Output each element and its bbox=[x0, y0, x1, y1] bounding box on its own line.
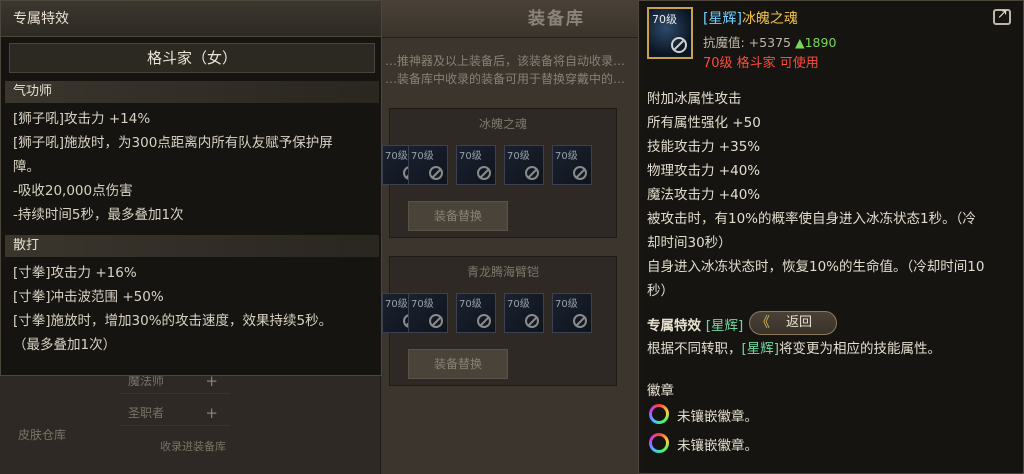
stat-line: 被攻击时，有10%的概率使自身进入冰冻状态1秒。（冷 bbox=[647, 211, 976, 227]
slot-level: 70级 bbox=[385, 151, 408, 162]
equipment-slot[interactable]: 70级 bbox=[456, 145, 496, 185]
class-name-banner: 格斗家（女） bbox=[9, 43, 375, 73]
desc-prefix: 根据不同转职， bbox=[647, 341, 742, 357]
stat-line: 所有属性强化 +50 bbox=[647, 115, 761, 131]
skin-storage-tab[interactable]: 皮肤仓库 bbox=[0, 420, 110, 450]
storage-title: 装备库 bbox=[381, 0, 642, 38]
emblem-socket-icon bbox=[649, 433, 669, 453]
unavailable-icon bbox=[573, 166, 587, 180]
stat-line: 技能攻击力 +35% bbox=[647, 139, 761, 155]
equipment-replace-button[interactable]: 装备替换 bbox=[408, 201, 508, 231]
equipment-storage-window: 装备库 …推神器及以上装备后，该装备将自动收录… …装备库中收录的装备可用于替换… bbox=[380, 0, 642, 474]
subclass-header-sanda: 散打 bbox=[5, 235, 379, 257]
unavailable-icon bbox=[429, 314, 443, 328]
chevron-left-icon: 《 bbox=[756, 315, 770, 331]
add-to-storage-item[interactable]: 收录进装备库 bbox=[120, 436, 240, 474]
storage-notice-line: …装备库中收录的装备可用于替换穿戴中的… bbox=[385, 72, 626, 86]
item-level-badge: 70级 bbox=[652, 13, 677, 26]
resist-value: 抗魔值: +5375 ▲1890 bbox=[703, 32, 836, 51]
emblem-status: 未镶嵌徽章。 bbox=[677, 409, 758, 425]
item-name: [星辉]冰魄之魂 bbox=[703, 8, 798, 28]
effect-line: -吸收20,000点伤害 bbox=[13, 183, 133, 199]
stat-line: 附加冰属性攻击 bbox=[647, 91, 742, 107]
item-icon: 70级 bbox=[647, 7, 693, 59]
effect-line: （最多叠加1次） bbox=[13, 337, 117, 353]
exclusive-effect-heading: 专属特效 [星辉] bbox=[647, 314, 743, 334]
exclusive-effect-tag: [星辉] bbox=[705, 318, 744, 334]
slot-level: 70级 bbox=[385, 299, 408, 310]
slot-level: 70级 bbox=[459, 299, 482, 310]
exclusive-effect-tooltip: 专属特效 格斗家（女） 气功师 [狮子吼]攻击力 +14% [狮子吼]施放时，为… bbox=[0, 0, 382, 376]
item-requirement: 70级 格斗家 可使用 bbox=[703, 56, 819, 71]
slot-level: 70级 bbox=[459, 151, 482, 162]
stat-line: 物理攻击力 +40% bbox=[647, 163, 761, 179]
effect-line: [狮子吼]施放时，为300点距离内所有队友赋予保护屏 bbox=[13, 135, 333, 151]
storage-panel: 冰魄之魂 70级 70级 70级 70级 70级 装备替换 bbox=[382, 108, 617, 238]
slot-level: 70级 bbox=[507, 151, 530, 162]
exclusive-effect-desc: 根据不同转职，[星辉]将变更为相应的技能属性。 bbox=[647, 337, 1015, 361]
share-icon[interactable] bbox=[993, 7, 1011, 25]
effect-line: [寸拳]施放时，增加30%的攻击速度，效果持续5秒。 bbox=[13, 313, 333, 329]
category-priest[interactable]: 圣职者 + bbox=[120, 400, 230, 426]
category-label: 魔法师 bbox=[128, 374, 165, 388]
effect-line: [寸拳]攻击力 +16% bbox=[13, 265, 137, 281]
effect-line: [寸拳]冲击波范围 +50% bbox=[13, 289, 164, 305]
equipment-slot[interactable]: 70级 bbox=[552, 145, 592, 185]
equipment-slot[interactable]: 70级 bbox=[408, 145, 448, 185]
item-rarity: [星辉] bbox=[703, 11, 742, 27]
category-label: 圣职者 bbox=[128, 406, 165, 420]
exclusive-effect-title: 专属特效 bbox=[647, 318, 701, 334]
unavailable-icon bbox=[525, 166, 539, 180]
unavailable-icon bbox=[573, 314, 587, 328]
unavailable-icon bbox=[525, 314, 539, 328]
item-tooltip: 70级 [星辉]冰魄之魂 抗魔值: +5375 ▲1890 70级 格斗家 可使… bbox=[638, 0, 1024, 474]
equipment-slot[interactable]: 70级 bbox=[504, 145, 544, 185]
emblem-socket-icon bbox=[649, 404, 669, 424]
back-button-label: 返回 bbox=[786, 315, 813, 330]
unavailable-icon bbox=[477, 314, 491, 328]
stat-line: 却时间30秒） bbox=[647, 235, 732, 251]
emblem-slot[interactable]: 未镶嵌徽章。 bbox=[647, 403, 847, 427]
emblem-status: 未镶嵌徽章。 bbox=[677, 438, 758, 454]
unavailable-icon bbox=[671, 37, 687, 53]
unavailable-icon bbox=[429, 166, 443, 180]
effect-line: 障。 bbox=[13, 159, 40, 175]
storage-panel: 青龙腾海臂铠 70级 70级 70级 70级 70级 装备替换 bbox=[382, 256, 617, 386]
desc-tag: [星辉] bbox=[741, 341, 780, 357]
emblem-slot[interactable]: 未镶嵌徽章。 bbox=[647, 432, 847, 456]
effect-line: [狮子吼]攻击力 +14% bbox=[13, 111, 151, 127]
equipment-replace-button[interactable]: 装备替换 bbox=[408, 349, 508, 379]
equipment-slot[interactable]: 70级 bbox=[552, 293, 592, 333]
resist-label: 抗魔值: +5375 bbox=[703, 35, 791, 50]
equipment-slot[interactable]: 70级 bbox=[408, 293, 448, 333]
stat-line: 自身进入冰冻状态时，恢复10%的生命值。（冷却时间10 bbox=[647, 259, 985, 275]
storage-panel-title: 青龙腾海臂铠 bbox=[466, 265, 539, 279]
expand-plus-icon: + bbox=[205, 404, 218, 422]
slot-level: 70级 bbox=[507, 299, 530, 310]
storage-notice: …推神器及以上装备后，该装备将自动收录… …装备库中收录的装备可用于替换穿戴中的… bbox=[385, 52, 635, 96]
subclass-header-qigong: 气功师 bbox=[5, 81, 379, 103]
slot-level: 70级 bbox=[411, 299, 434, 310]
equipment-slot[interactable]: 70级 bbox=[504, 293, 544, 333]
equipment-slot[interactable]: 70级 bbox=[456, 293, 496, 333]
storage-panel-title: 冰魄之魂 bbox=[478, 117, 527, 131]
slot-level: 70级 bbox=[411, 151, 434, 162]
desc-suffix: 将变更为相应的技能属性。 bbox=[779, 341, 942, 357]
effect-line: -持续时间5秒，最多叠加1次 bbox=[13, 207, 184, 223]
resist-increase: ▲1890 bbox=[794, 35, 837, 50]
stat-line: 秒） bbox=[647, 283, 674, 299]
storage-notice-line: …推神器及以上装备后，该装备将自动收录… bbox=[385, 54, 626, 68]
emblem-heading: 徽章 bbox=[647, 383, 674, 399]
unavailable-icon bbox=[477, 166, 491, 180]
stat-line: 魔法攻击力 +40% bbox=[647, 187, 761, 203]
item-title: 冰魄之魂 bbox=[741, 11, 798, 27]
slot-level: 70级 bbox=[555, 151, 578, 162]
slot-level: 70级 bbox=[555, 299, 578, 310]
tooltip-header: 专属特效 bbox=[1, 1, 381, 37]
back-button[interactable]: 《 返回 bbox=[749, 311, 837, 335]
